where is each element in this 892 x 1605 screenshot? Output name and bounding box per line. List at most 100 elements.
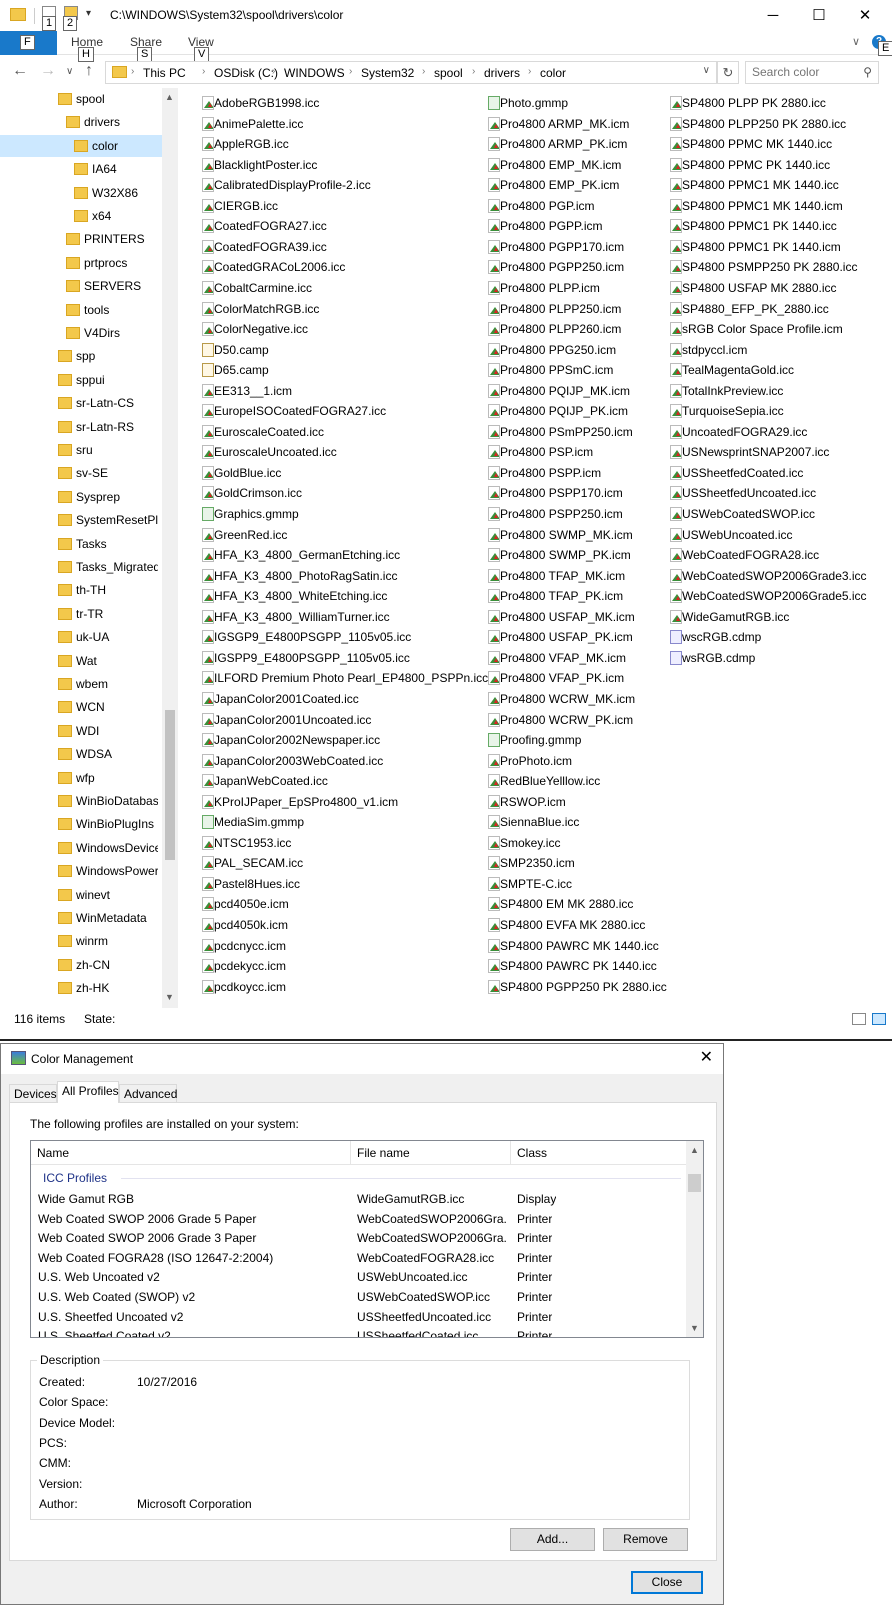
- scroll-down-icon[interactable]: ▼: [165, 992, 174, 1002]
- tree-item[interactable]: zh-HK: [0, 977, 162, 999]
- breadcrumb-chevron-icon[interactable]: ›: [202, 66, 205, 77]
- tab-advanced[interactable]: Advanced: [119, 1084, 177, 1103]
- file-name: SMPTE-C.icc: [500, 876, 572, 891]
- tree-item[interactable]: WCN: [0, 696, 162, 718]
- tree-item[interactable]: zh-CN: [0, 954, 162, 976]
- tree-item[interactable]: drivers: [0, 111, 162, 133]
- tree-item[interactable]: winevt: [0, 884, 162, 906]
- group-header[interactable]: ICC Profiles: [43, 1171, 107, 1185]
- tree-item[interactable]: spool: [0, 88, 162, 110]
- breadcrumb-chevron-icon[interactable]: ›: [272, 66, 275, 77]
- remove-button[interactable]: Remove: [603, 1528, 688, 1551]
- tree-item[interactable]: WindowsDevice: [0, 837, 162, 859]
- table-row[interactable]: Web Coated SWOP 2006 Grade 5 Paper WebCoa…: [31, 1209, 686, 1229]
- nav-scroll-thumb[interactable]: [165, 710, 175, 860]
- breadcrumb-chevron-icon[interactable]: ›: [131, 66, 134, 77]
- tree-item[interactable]: WinMetadata: [0, 907, 162, 929]
- breadcrumb-chevron-icon[interactable]: ›: [422, 66, 425, 77]
- tree-item[interactable]: Tasks_Migrated: [0, 556, 162, 578]
- table-row[interactable]: Wide Gamut RGB WideGamutRGB.icc Display: [31, 1189, 686, 1209]
- file-name: SP4800 PLPP PK 2880.icc: [682, 96, 826, 110]
- tree-item[interactable]: IA64: [0, 158, 162, 180]
- tree-item[interactable]: uk-UA: [0, 626, 162, 648]
- tree-item[interactable]: sru: [0, 439, 162, 461]
- details-view-icon[interactable]: [852, 1013, 866, 1025]
- expand-ribbon-icon[interactable]: ∨: [852, 35, 860, 48]
- tree-item[interactable]: WDSA: [0, 743, 162, 765]
- qat-dropdown-icon[interactable]: ▾: [86, 8, 91, 19]
- scroll-up-icon[interactable]: ▲: [690, 1145, 699, 1155]
- tree-item[interactable]: tools: [0, 299, 162, 321]
- table-row[interactable]: U.S. Web Uncoated v2 USWebUncoated.icc Pri…: [31, 1267, 686, 1287]
- nav-scrollbar[interactable]: ▲ ▼: [162, 88, 178, 1008]
- search-input[interactable]: [752, 65, 852, 79]
- tree-item[interactable]: PRINTERS: [0, 228, 162, 250]
- tree-item[interactable]: sr-Latn-CS: [0, 392, 162, 414]
- table-row[interactable]: U.S. Sheetfed Uncoated v2 USSheetfedUncoa…: [31, 1307, 686, 1327]
- breadcrumb-item[interactable]: drivers: [484, 66, 520, 80]
- tree-item[interactable]: spp: [0, 345, 162, 367]
- tree-item[interactable]: WinBioDatabase: [0, 790, 162, 812]
- dialog-close-icon[interactable]: ✕: [700, 1047, 713, 1067]
- tree-item[interactable]: Wat: [0, 650, 162, 672]
- breadcrumb-chevron-icon[interactable]: ›: [349, 66, 352, 77]
- scroll-down-icon[interactable]: ▼: [690, 1323, 699, 1333]
- table-row[interactable]: U.S. Web Coated (SWOP) v2 USWebCoatedSWOP…: [31, 1287, 686, 1307]
- tab-all-profiles[interactable]: All Profiles: [57, 1081, 119, 1103]
- breadcrumb-item[interactable]: spool: [434, 66, 463, 80]
- minimize-button[interactable]: ─: [750, 0, 796, 31]
- add-button[interactable]: Add...: [510, 1528, 595, 1551]
- tree-item[interactable]: W32X86: [0, 182, 162, 204]
- breadcrumb-chevron-icon[interactable]: ›: [528, 66, 531, 77]
- tree-item[interactable]: WinBioPlugIns: [0, 813, 162, 835]
- file-tab[interactable]: F: [0, 31, 57, 55]
- tree-item[interactable]: SystemResetPlat: [0, 509, 162, 531]
- forward-arrow-icon[interactable]: →: [40, 62, 56, 80]
- tree-item[interactable]: sppui: [0, 369, 162, 391]
- table-row[interactable]: Web Coated SWOP 2006 Grade 3 Paper WebCoa…: [31, 1228, 686, 1248]
- maximize-button[interactable]: ☐: [796, 0, 842, 31]
- column-name[interactable]: Name: [31, 1141, 351, 1165]
- breadcrumb-item[interactable]: WINDOWS: [284, 66, 345, 80]
- search-box[interactable]: ⚲: [745, 61, 879, 84]
- large-icons-view-icon[interactable]: [872, 1013, 886, 1025]
- breadcrumb-item[interactable]: OSDisk (C:): [214, 66, 278, 80]
- breadcrumb-item[interactable]: This PC: [143, 66, 186, 80]
- recent-locations-icon[interactable]: ∨: [66, 66, 73, 77]
- table-row[interactable]: Web Coated FOGRA28 (ISO 12647-2:2004) Web…: [31, 1248, 686, 1268]
- close-button[interactable]: ✕: [842, 0, 888, 31]
- tree-item[interactable]: sr-Latn-RS: [0, 416, 162, 438]
- tree-item[interactable]: winrm: [0, 930, 162, 952]
- tree-item[interactable]: Tasks: [0, 533, 162, 555]
- tree-item[interactable]: tr-TR: [0, 603, 162, 625]
- address-bar[interactable]: › This PC › OSDisk (C:) › WINDOWS › System32 › sp…: [105, 61, 717, 84]
- tree-item[interactable]: th-TH: [0, 579, 162, 601]
- tree-item[interactable]: prtprocs: [0, 252, 162, 274]
- column-file-name[interactable]: File name: [351, 1141, 511, 1165]
- breadcrumb-item[interactable]: System32: [361, 66, 414, 80]
- tree-item[interactable]: Sysprep: [0, 486, 162, 508]
- tree-item[interactable]: WDI: [0, 720, 162, 742]
- tree-item[interactable]: WindowsPowerS: [0, 860, 162, 882]
- list-scrollbar[interactable]: ▲ ▼: [686, 1141, 703, 1337]
- tree-item[interactable]: wbem: [0, 673, 162, 695]
- profiles-list[interactable]: Name File name Class ICC Profiles Wide G…: [30, 1140, 704, 1338]
- breadcrumb-item[interactable]: color: [540, 66, 566, 80]
- address-dropdown-icon[interactable]: ∨: [703, 65, 710, 76]
- tree-item[interactable]: V4Dirs: [0, 322, 162, 344]
- up-arrow-icon[interactable]: ↑: [85, 62, 93, 80]
- column-class[interactable]: Class: [511, 1141, 686, 1165]
- breadcrumb-chevron-icon[interactable]: ›: [472, 66, 475, 77]
- tree-item[interactable]: SERVERS: [0, 275, 162, 297]
- tree-item[interactable]: color: [0, 134, 162, 157]
- tree-item[interactable]: sv-SE: [0, 462, 162, 484]
- tab-devices[interactable]: Devices: [9, 1084, 57, 1103]
- tree-item[interactable]: x64: [0, 205, 162, 227]
- close-dialog-button[interactable]: Close: [631, 1571, 703, 1594]
- back-arrow-icon[interactable]: ←: [12, 62, 28, 80]
- scroll-up-icon[interactable]: ▲: [165, 92, 174, 102]
- list-scroll-thumb[interactable]: [688, 1174, 701, 1192]
- refresh-button[interactable]: ↻: [717, 61, 739, 84]
- table-row[interactable]: U.S. Sheetfed Coated v2 USSheetfedCoated.…: [31, 1326, 686, 1337]
- tree-item[interactable]: wfp: [0, 767, 162, 789]
